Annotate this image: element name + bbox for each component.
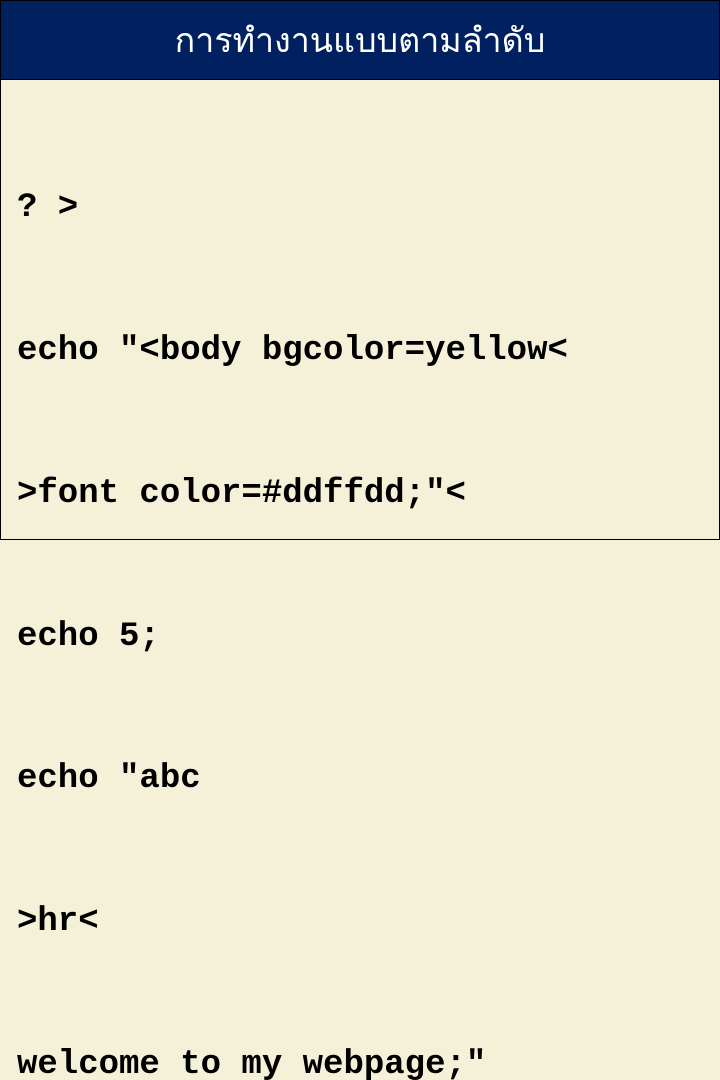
code-line: >font color=#ddffdd;"< [17, 471, 703, 519]
code-line: welcome to my webpage;" [17, 1042, 703, 1080]
code-content: ? > echo "<body bgcolor=yellow< >font co… [1, 80, 719, 1080]
slide-header: การทำงานแบบตามลำดับ [1, 1, 719, 80]
code-line: echo "<body bgcolor=yellow< [17, 328, 703, 376]
code-line: >hr< [17, 899, 703, 947]
code-line: ? > [17, 185, 703, 233]
slide-title: การทำงานแบบตามลำดับ [175, 22, 546, 60]
code-line: echo 5; [17, 614, 703, 662]
code-line: echo "abc [17, 756, 703, 804]
slide-container: การทำงานแบบตามลำดับ ? > echo "<body bgco… [0, 0, 720, 540]
